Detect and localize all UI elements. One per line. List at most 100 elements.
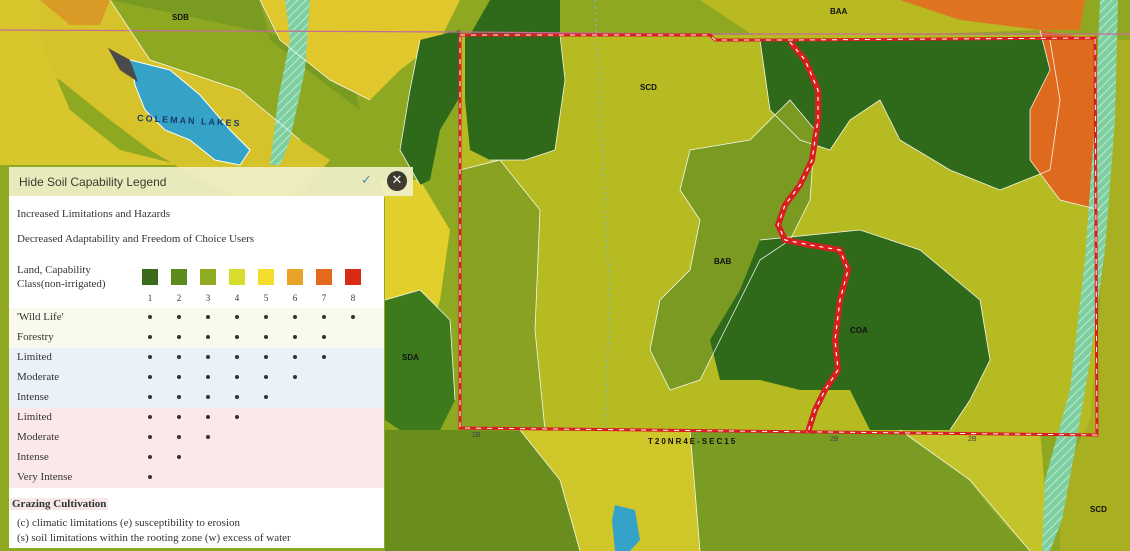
legend-row-label: Intense [17,391,49,403]
class-swatch-7 [316,269,332,285]
label-bab: BAB [714,257,732,266]
legend-dot [148,455,152,459]
label-coa: COA [850,326,868,335]
legend-grazing-cultivation-title: Grazing Cultivation [10,498,109,510]
legend-dot [206,355,210,359]
soil-capability-legend: Hide Soil Capability Legend ✓ ✕ Increase… [9,167,413,548]
legend-row-label: Intense [17,451,49,463]
legend-dot [264,395,268,399]
legend-dot [148,375,152,379]
legend-row-label: Very Intense [17,471,73,483]
legend-dot [264,335,268,339]
legend-dot [293,355,297,359]
legend-row: Moderate [9,428,384,448]
legend-dot [235,375,239,379]
check-icon: ✓ [361,172,372,187]
legend-line-adaptability: Decreased Adaptability and Freedom of Ch… [17,233,255,245]
legend-row: 'Wild Life' [9,308,384,328]
legend-body: Increased Limitations and Hazards Decrea… [9,196,384,548]
class-number-2: 2 [176,293,182,303]
legend-dot [264,315,268,319]
legend-line-limitations: Increased Limitations and Hazards [17,208,171,220]
legend-header[interactable]: Hide Soil Capability Legend ✓ ✕ [9,167,413,196]
label-road-2b-3: 2B [968,436,977,443]
legend-dot [293,375,297,379]
class-number-1: 1 [147,293,153,303]
legend-dot [206,415,210,419]
class-swatch-3 [200,269,216,285]
legend-row-label: 'Wild Life' [17,311,64,323]
legend-dot [235,315,239,319]
legend-row: Forestry [9,328,384,348]
legend-dot [293,315,297,319]
label-sdb: SDB [172,13,189,22]
legend-dot [177,455,181,459]
legend-class-label-2: Class(non-irrigated) [17,278,106,290]
label-scd-right: SCD [1090,505,1107,514]
class-number-5: 5 [263,293,269,303]
legend-note-climatic: (c) climatic limitations (e) susceptibil… [17,517,241,529]
class-swatch-4 [229,269,245,285]
legend-dot [322,355,326,359]
legend-dot [293,335,297,339]
class-number-4: 4 [234,293,240,303]
legend-row: Limited [9,348,384,368]
legend-row: Limited [9,408,384,428]
label-section: T20NR4E-SEC15 [648,437,737,446]
close-icon[interactable]: ✕ [387,171,407,191]
legend-row: Moderate [9,368,384,388]
class-swatch-6 [287,269,303,285]
legend-dot [322,335,326,339]
legend-dot [148,435,152,439]
legend-dot [148,315,152,319]
legend-dot [148,395,152,399]
legend-row: Intense [9,388,384,408]
legend-dot [206,315,210,319]
legend-row-label: Moderate [17,371,60,383]
legend-dot [148,355,152,359]
legend-dot [177,315,181,319]
legend-dot [264,355,268,359]
legend-dot [148,415,152,419]
class-number-7: 7 [321,293,327,303]
class-number-8: 8 [350,293,356,303]
label-scd-top: SCD [640,83,657,92]
class-swatch-2 [171,269,187,285]
legend-dot [148,475,152,479]
legend-row: Intense [9,448,384,468]
legend-dot [177,355,181,359]
legend-dot [235,355,239,359]
legend-class-label-1: Land, Capability [17,264,91,276]
class-number-6: 6 [292,293,298,303]
legend-dot [148,335,152,339]
legend-toggle-label[interactable]: Hide Soil Capability Legend [19,175,166,189]
legend-dot [206,395,210,399]
legend-dot [206,435,210,439]
soil-unit-dark-green-parcel-tl [465,35,565,160]
class-swatch-1 [142,269,158,285]
label-baa: BAA [830,7,848,16]
legend-dot [264,375,268,379]
class-number-3: 3 [205,293,211,303]
legend-dot [177,415,181,419]
legend-dot [206,335,210,339]
legend-dot [235,335,239,339]
label-road-2b-2: 2B [830,436,839,443]
legend-dot [177,395,181,399]
legend-dot [206,375,210,379]
legend-row: Very Intense [9,468,384,488]
legend-row-label: Limited [17,351,52,363]
class-swatch-5 [258,269,274,285]
legend-dot [177,375,181,379]
legend-dot [235,415,239,419]
legend-dot [322,315,326,319]
legend-dot [235,395,239,399]
legend-dot [351,315,355,319]
legend-note-soil: (s) soil limitations within the rooting … [17,532,291,544]
class-swatch-8 [345,269,361,285]
label-sda: SDA [402,353,419,362]
legend-row-label: Moderate [17,431,60,443]
label-road-2b-1: 2B [472,432,481,439]
legend-row-label: Forestry [17,331,54,343]
legend-dot [177,435,181,439]
